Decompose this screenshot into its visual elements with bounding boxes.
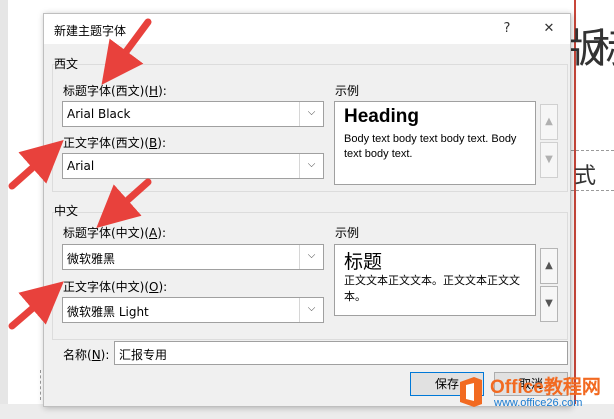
annotation-arrow [96,178,152,228]
annotation-arrow [8,281,64,330]
annotation-arrow [8,140,64,190]
watermark-brand: Office教程网 [490,377,601,398]
annotation-arrow [101,18,152,85]
watermark-url: www.office26.com [494,397,583,409]
annotation-arrows [8,18,152,330]
office-logo-icon [460,377,482,407]
office26-watermark: Office教程网 www.office26.com [444,370,614,416]
